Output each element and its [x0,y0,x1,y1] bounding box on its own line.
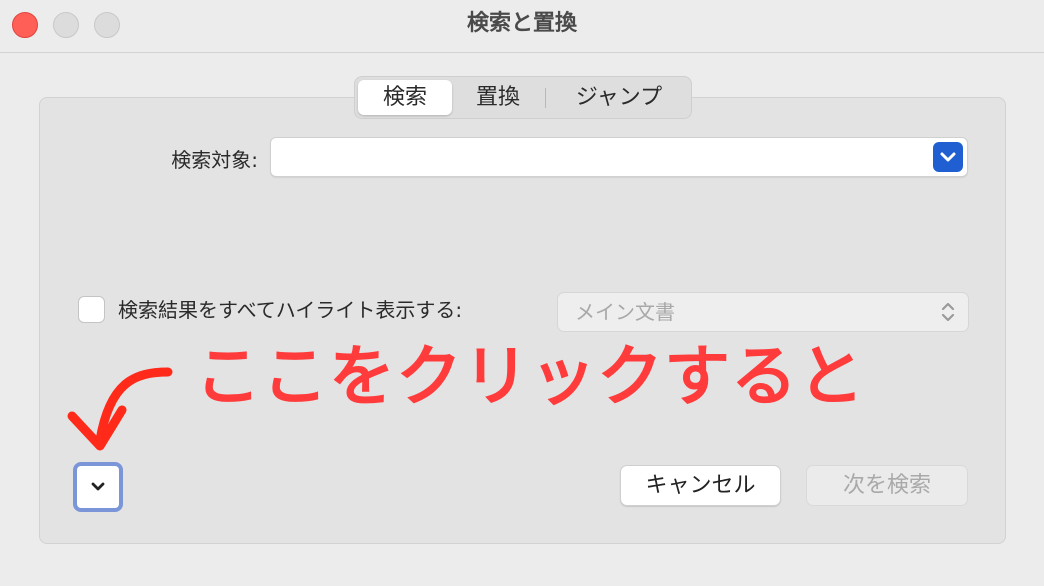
annotation-text: ここをクリックすると [195,338,865,415]
window-title: 検索と置換 [466,11,577,36]
find-input[interactable] [270,137,968,177]
expand-options-button[interactable] [73,462,123,512]
find-replace-window: 検索と置換 検索 置換 ジャンプ 検索対象: 検索結果をすべてハイライト表示する… [0,0,1044,586]
find-next-button[interactable]: 次を検索 [806,465,968,506]
mode-tabs: 検索 置換 ジャンプ [354,76,692,119]
find-label: 検索対象: [171,148,258,172]
chevron-down-icon [940,152,956,162]
tab-divider [545,88,546,108]
find-history-dropdown-button[interactable] [933,142,963,172]
title-bar: 検索と置換 [0,0,1044,53]
annotation-arrow-icon [67,367,173,451]
highlight-scope-value: メイン文書 [575,300,675,324]
tab-replace[interactable]: 置換 [452,80,544,115]
highlight-scope-select[interactable]: メイン文書 [557,292,969,332]
tab-find[interactable]: 検索 [358,80,452,115]
tab-goto[interactable]: ジャンプ [550,80,688,115]
updown-chevron-icon [941,302,955,322]
cancel-button[interactable]: キャンセル [620,465,781,506]
highlight-all-label[interactable]: 検索結果をすべてハイライト表示する: [118,292,462,328]
highlight-all-checkbox[interactable] [78,296,105,323]
chevron-down-icon [91,482,105,491]
